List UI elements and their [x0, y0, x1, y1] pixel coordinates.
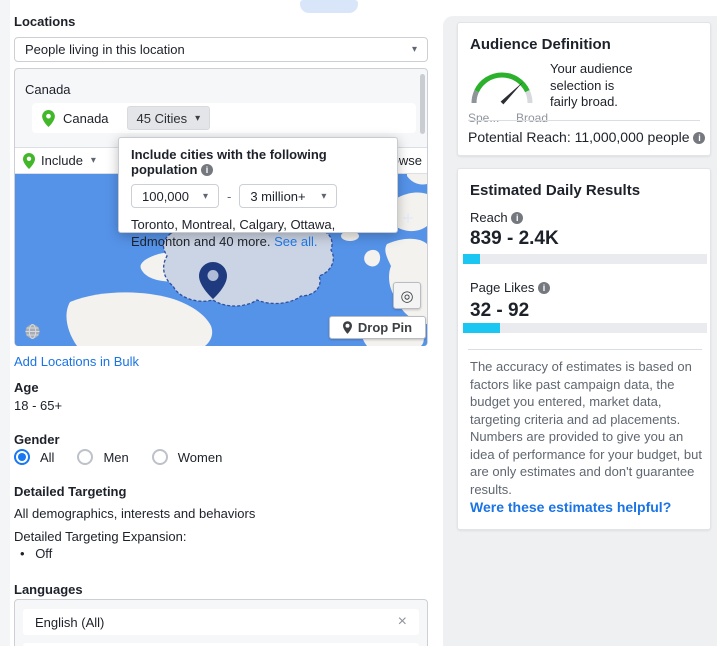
info-icon[interactable]: i	[693, 132, 705, 144]
gauge-left-label: Spe...	[468, 111, 499, 125]
location-type-value: People living in this location	[25, 42, 185, 57]
gender-options: All Men Women	[14, 449, 222, 465]
estimates-disclaimer: The accuracy of estimates is based on fa…	[470, 358, 704, 498]
max-population-select[interactable]: 3 million+ ▾	[239, 184, 337, 208]
estimated-daily-results-card: Estimated Daily Results Reach i 839 - 2.…	[457, 168, 711, 530]
left-gutter	[0, 0, 10, 646]
reach-label-row: Reach i	[470, 210, 523, 225]
languages-container: English (All) ×	[14, 599, 428, 646]
chevron-down-icon: ▾	[412, 44, 417, 55]
ads-audience-screen: Locations People living in this location…	[0, 0, 717, 646]
add-locations-bulk-link[interactable]: Add Locations in Bulk	[14, 354, 139, 369]
include-pin-icon	[23, 153, 35, 169]
radio-all[interactable]	[14, 449, 30, 465]
location-pin-icon	[42, 110, 55, 127]
info-icon[interactable]: i	[201, 164, 213, 176]
page-likes-value: 32 - 92	[470, 300, 529, 322]
chevron-down-icon: ▾	[321, 191, 326, 202]
radio-women-label[interactable]: Women	[178, 450, 223, 465]
locations-section-label: Locations	[14, 14, 75, 29]
drop-pin-label: Drop Pin	[358, 320, 412, 335]
age-value: 18 - 65+	[14, 398, 62, 413]
popup-title: Include cities with the following popula…	[131, 147, 327, 177]
estimates-helpful-link[interactable]: Were these estimates helpful?	[470, 499, 671, 515]
potential-reach-row: Potential Reach: 11,000,000 people i	[468, 129, 705, 145]
selected-location-row: Canada 45 Cities ▾	[32, 103, 416, 133]
targeting-expansion-row: • Off	[20, 546, 52, 561]
targeting-expansion-label: Detailed Targeting Expansion:	[14, 529, 187, 544]
location-type-select[interactable]: People living in this location ▾	[14, 37, 428, 62]
chevron-down-icon: ▾	[195, 113, 200, 124]
card-divider	[468, 120, 700, 121]
cities-population-popup: Include cities with the following popula…	[118, 137, 398, 233]
selected-location-name: Canada	[63, 111, 109, 126]
range-separator: -	[227, 189, 231, 204]
see-all-link[interactable]: See all.	[274, 234, 317, 249]
drop-pin-button[interactable]: Drop Pin	[329, 316, 426, 339]
min-population-value: 100,000	[142, 189, 189, 204]
potential-reach-text: Potential Reach: 11,000,000 people	[468, 129, 690, 145]
reach-label: Reach	[470, 210, 508, 225]
locations-scrollbar[interactable]	[420, 74, 425, 134]
detailed-targeting-label: Detailed Targeting	[14, 484, 126, 499]
audience-definition-title: Audience Definition	[470, 36, 611, 53]
drop-pin-icon	[343, 321, 352, 334]
info-icon[interactable]: i	[511, 212, 523, 224]
radio-women[interactable]	[152, 449, 168, 465]
page-likes-label: Page Likes	[470, 280, 534, 295]
estimated-results-title: Estimated Daily Results	[470, 182, 640, 199]
page-likes-bar-fill	[463, 323, 500, 333]
locate-button[interactable]: ◎	[393, 282, 421, 309]
info-icon[interactable]: i	[538, 282, 550, 294]
detailed-targeting-value: All demographics, interests and behavior…	[14, 506, 255, 521]
card-divider	[468, 349, 702, 350]
location-group-label: Canada	[25, 82, 71, 97]
reach-bar-fill	[463, 254, 480, 264]
include-dropdown[interactable]: Include	[41, 153, 83, 168]
audience-gauge	[468, 57, 540, 109]
age-label: Age	[14, 380, 39, 395]
reach-bar	[463, 254, 707, 264]
languages-label: Languages	[14, 582, 83, 597]
min-population-select[interactable]: 100,000 ▾	[131, 184, 219, 208]
audience-definition-card: Audience Definition Spe... Broad Your au…	[457, 22, 711, 156]
chevron-down-icon: ▾	[203, 191, 208, 202]
page-likes-label-row: Page Likes i	[470, 280, 550, 295]
audience-description: Your audience selection is fairly broad.	[550, 61, 645, 111]
targeting-expansion-value: Off	[35, 546, 52, 561]
radio-all-label[interactable]: All	[40, 450, 54, 465]
radio-men[interactable]	[77, 449, 93, 465]
language-token[interactable]: English (All) ×	[23, 609, 419, 635]
top-cutoff-button[interactable]	[300, 0, 358, 13]
reach-value: 839 - 2.4K	[470, 228, 559, 250]
close-icon[interactable]: ×	[398, 613, 407, 631]
gauge-right-label: Broad	[516, 111, 548, 125]
language-value: English (All)	[35, 615, 104, 630]
gender-label: Gender	[14, 432, 60, 447]
cities-count-label: 45 Cities	[137, 111, 188, 126]
cities-count-button[interactable]: 45 Cities ▾	[127, 106, 211, 130]
page-likes-bar	[463, 323, 707, 333]
locate-icon: ◎	[400, 287, 413, 305]
globe-icon	[25, 324, 40, 339]
radio-men-label[interactable]: Men	[103, 450, 128, 465]
max-population-value: 3 million+	[250, 189, 305, 204]
bullet-icon: •	[20, 546, 25, 561]
chevron-down-icon[interactable]: ▾	[91, 155, 96, 166]
